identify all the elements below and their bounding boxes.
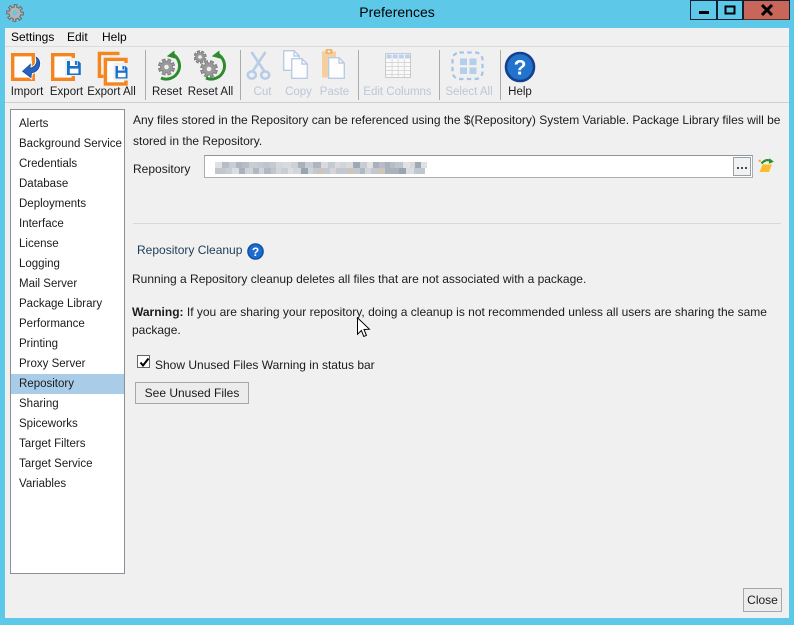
svg-text:?: ? bbox=[252, 245, 259, 259]
svg-text:?: ? bbox=[514, 57, 527, 80]
